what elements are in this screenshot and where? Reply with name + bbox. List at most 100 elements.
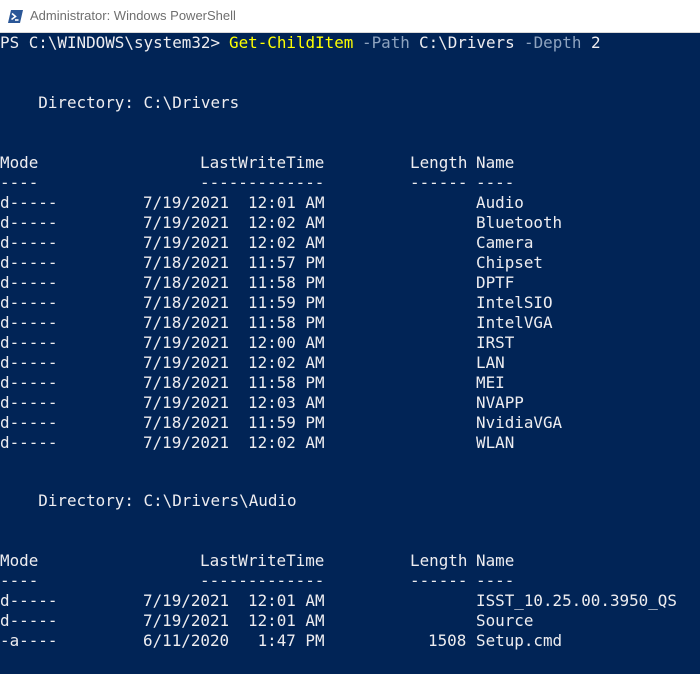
row-time: 12:01 AM: [248, 611, 325, 630]
row-date: 7/19/2021: [143, 393, 230, 412]
row-time: 1:47 PM: [248, 631, 325, 650]
row-length: 1508: [428, 631, 467, 650]
depth-parameter: -Depth: [524, 33, 582, 52]
row-name: NvidiaVGA: [476, 413, 563, 432]
separator-length: ------: [410, 571, 468, 590]
header-lastwritetime: LastWriteTime: [200, 153, 325, 172]
row-time: 11:57 PM: [248, 253, 325, 272]
row-time: 12:02 AM: [248, 213, 325, 232]
row-mode: d-----: [0, 213, 58, 232]
row-date: 7/18/2021: [143, 313, 230, 332]
table-row: -a---- 6/11/2020 1:47 PM 1508 Setup.cmd: [0, 631, 562, 651]
row-name: WLAN: [476, 433, 515, 452]
table-row: d----- 7/19/2021 12:02 AM WLAN: [0, 433, 514, 453]
row-date: 7/18/2021: [143, 413, 230, 432]
row-name: Setup.cmd: [476, 631, 563, 650]
table-row: d----- 7/19/2021 12:02 AM Bluetooth: [0, 213, 562, 233]
row-date: 7/19/2021: [143, 213, 230, 232]
row-date: 7/19/2021: [143, 353, 230, 372]
separator-mode: ----: [0, 571, 39, 590]
table-row: d----- 7/19/2021 12:03 AM NVAPP: [0, 393, 524, 413]
separator-lastwritetime: -------------: [200, 571, 325, 590]
row-time: 12:02 AM: [248, 233, 325, 252]
row-date: 7/19/2021: [143, 611, 230, 630]
table-row: d----- 7/18/2021 11:58 PM MEI: [0, 373, 505, 393]
row-time: 12:01 AM: [248, 193, 325, 212]
separator-lastwritetime: -------------: [200, 173, 325, 192]
row-mode: d-----: [0, 373, 58, 392]
cmdlet-name: Get-ChildItem: [229, 33, 354, 52]
row-name: Source: [476, 611, 534, 630]
row-time: 11:58 PM: [248, 313, 325, 332]
header-length: Length: [410, 551, 468, 570]
title-bar[interactable]: Administrator: Windows PowerShell: [0, 0, 700, 33]
row-time: 12:03 AM: [248, 393, 325, 412]
table-row: d----- 7/19/2021 12:00 AM IRST: [0, 333, 514, 353]
row-mode: d-----: [0, 413, 58, 432]
column-separator-row: ---- ------------- ------ ----: [0, 173, 514, 193]
row-time: 12:00 AM: [248, 333, 325, 352]
table-row: d----- 7/18/2021 11:59 PM IntelSIO: [0, 293, 553, 313]
row-date: 7/19/2021: [143, 433, 230, 452]
row-mode: d-----: [0, 333, 58, 352]
row-mode: d-----: [0, 433, 58, 452]
directory-label: Directory: C:\Drivers\Audio: [0, 491, 297, 510]
row-date: 7/19/2021: [143, 193, 230, 212]
depth-argument: 2: [591, 33, 601, 52]
row-time: 11:58 PM: [248, 273, 325, 292]
table-row: d----- 7/18/2021 11:58 PM DPTF: [0, 273, 514, 293]
directory-heading: Directory: C:\Drivers: [0, 93, 239, 113]
row-name: LAN: [476, 353, 505, 372]
row-name: Camera: [476, 233, 534, 252]
row-name: IntelSIO: [476, 293, 553, 312]
table-row: d----- 7/19/2021 12:01 AM Source: [0, 611, 533, 631]
row-time: 12:02 AM: [248, 433, 325, 452]
row-name: MEI: [476, 373, 505, 392]
separator-name: ----: [476, 173, 515, 192]
path-parameter: -Path: [362, 33, 410, 52]
row-mode: d-----: [0, 393, 58, 412]
table-row: d----- 7/19/2021 12:02 AM Camera: [0, 233, 533, 253]
column-separator-row: ---- ------------- ------ ----: [0, 571, 514, 591]
row-name: DPTF: [476, 273, 515, 292]
header-lastwritetime: LastWriteTime: [200, 551, 325, 570]
header-length: Length: [410, 153, 468, 172]
row-mode: d-----: [0, 313, 58, 332]
row-mode: d-----: [0, 233, 58, 252]
row-date: 6/11/2020: [143, 631, 230, 650]
row-mode: -a----: [0, 631, 58, 650]
header-name: Name: [476, 551, 515, 570]
row-time: 11:59 PM: [248, 293, 325, 312]
row-name: NVAPP: [476, 393, 524, 412]
table-row: d----- 7/18/2021 11:58 PM IntelVGA: [0, 313, 553, 333]
row-time: 12:01 AM: [248, 591, 325, 610]
table-row: d----- 7/19/2021 12:02 AM LAN: [0, 353, 505, 373]
row-time: 12:02 AM: [248, 353, 325, 372]
header-mode: Mode: [0, 551, 39, 570]
row-date: 7/19/2021: [143, 591, 230, 610]
row-mode: d-----: [0, 193, 58, 212]
row-date: 7/19/2021: [143, 233, 230, 252]
row-time: 11:59 PM: [248, 413, 325, 432]
row-mode: d-----: [0, 293, 58, 312]
row-name: IntelVGA: [476, 313, 553, 332]
row-date: 7/18/2021: [143, 253, 230, 272]
row-date: 7/19/2021: [143, 333, 230, 352]
table-row: d----- 7/18/2021 11:57 PM Chipset: [0, 253, 543, 273]
directory-heading: Directory: C:\Drivers\Audio: [0, 491, 296, 511]
column-header-row: Mode LastWriteTime Length Name: [0, 153, 514, 173]
directory-label: Directory: C:\Drivers: [0, 93, 240, 112]
column-header-row: Mode LastWriteTime Length Name: [0, 551, 514, 571]
row-name: Audio: [476, 193, 524, 212]
row-date: 7/18/2021: [143, 373, 230, 392]
console-output[interactable]: PS C:\WINDOWS\system32> Get-ChildItem -P…: [0, 33, 700, 674]
table-row: d----- 7/19/2021 12:01 AM Audio: [0, 193, 524, 213]
row-date: 7/18/2021: [143, 293, 230, 312]
separator-mode: ----: [0, 173, 39, 192]
row-mode: d-----: [0, 591, 58, 610]
row-time: 11:58 PM: [248, 373, 325, 392]
row-name: IRST: [476, 333, 515, 352]
row-mode: d-----: [0, 273, 58, 292]
powershell-icon: [8, 10, 23, 23]
powershell-window: Administrator: Windows PowerShell PS C:\…: [0, 0, 700, 674]
